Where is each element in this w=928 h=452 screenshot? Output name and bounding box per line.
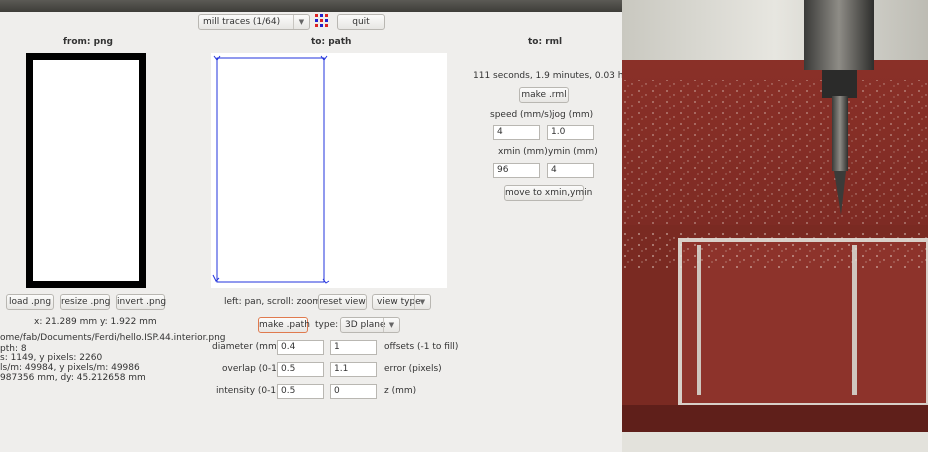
window-titlebar [0, 0, 622, 12]
offsets-label: offsets (-1 to fill) [384, 342, 459, 352]
path-corner-mark-bl [212, 274, 220, 282]
to-rml-title: to: rml [528, 37, 563, 47]
resize-png-button[interactable]: resize .png [60, 294, 110, 310]
intensity-label: intensity (0-1) [216, 386, 280, 396]
ymin-label: ymin (mm) [548, 147, 598, 157]
invert-png-button[interactable]: invert .png [116, 294, 166, 310]
overlap-label: overlap (0-1) [222, 364, 281, 374]
xmin-label: xmin (mm) [498, 147, 548, 157]
jog-field[interactable]: 1.0 [547, 125, 594, 140]
cursor-coords: x: 21.289 mm y: 1.922 mm [34, 317, 157, 327]
diameter-field[interactable]: 0.4 [277, 340, 324, 355]
chevron-down-icon: ▼ [293, 15, 309, 29]
intensity-field[interactable]: 0.5 [277, 384, 324, 399]
milling-photo-drawing [622, 0, 928, 452]
png-info-path: ome/fab/Documents/Ferdi/hello.ISP.44.int… [0, 333, 226, 343]
make-rml-button[interactable]: make .rml [519, 87, 569, 103]
type-select[interactable]: 3D plane ▼ [340, 317, 400, 333]
xmin-field[interactable]: 96 [493, 163, 540, 178]
overlap-field[interactable]: 0.5 [277, 362, 324, 377]
apps-grid-icon[interactable] [315, 14, 329, 28]
view-type-select[interactable]: view type ▼ [372, 294, 431, 310]
milling-photo [622, 0, 928, 452]
chevron-down-icon: ▼ [414, 295, 430, 309]
png-info-pixels-per-m: ls/m: 49984, y pixels/m: 49986 [0, 363, 140, 373]
ymin-field[interactable]: 4 [547, 163, 594, 178]
to-path-title: to: path [311, 37, 352, 47]
path-hint: left: pan, scroll: zoom [224, 297, 322, 307]
z-field[interactable]: 0 [330, 384, 377, 399]
offsets-field[interactable]: 1 [330, 340, 377, 355]
path-canvas[interactable] [211, 53, 447, 288]
path-drawing [212, 55, 330, 284]
path-outline [216, 57, 325, 283]
type-label: type: [315, 320, 339, 330]
z-label: z (mm) [384, 386, 417, 396]
png-info-size: 987356 mm, dy: 45.212658 mm [0, 373, 146, 383]
png-info-pixels: s: 1149, y pixels: 2260 [0, 353, 103, 363]
chevron-down-icon: ▼ [383, 318, 399, 332]
make-path-button[interactable]: make .path [258, 317, 310, 333]
error-field[interactable]: 1.1 [330, 362, 377, 377]
time-estimate: 111 seconds, 1.9 minutes, 0.03 hours [473, 71, 644, 81]
reset-view-button[interactable]: reset view [318, 294, 367, 310]
png-preview [26, 53, 146, 288]
process-select[interactable]: mill traces (1/64) ▼ [198, 14, 310, 30]
quit-button[interactable]: quit [337, 14, 385, 30]
from-png-title: from: png [63, 37, 113, 47]
load-png-button[interactable]: load .png [6, 294, 54, 310]
move-to-xmin-ymin-button[interactable]: move to xmin,ymin [504, 185, 592, 201]
png-preview-interior [33, 60, 139, 281]
jog-label: jog (mm) [552, 110, 594, 120]
diameter-label: diameter (mm) [212, 342, 281, 352]
error-label: error (pixels) [384, 364, 442, 374]
speed-label: speed (mm/s) [490, 110, 553, 120]
process-select-value: mill traces (1/64) [203, 17, 281, 27]
speed-field[interactable]: 4 [493, 125, 540, 140]
type-select-value: 3D plane [345, 320, 386, 330]
